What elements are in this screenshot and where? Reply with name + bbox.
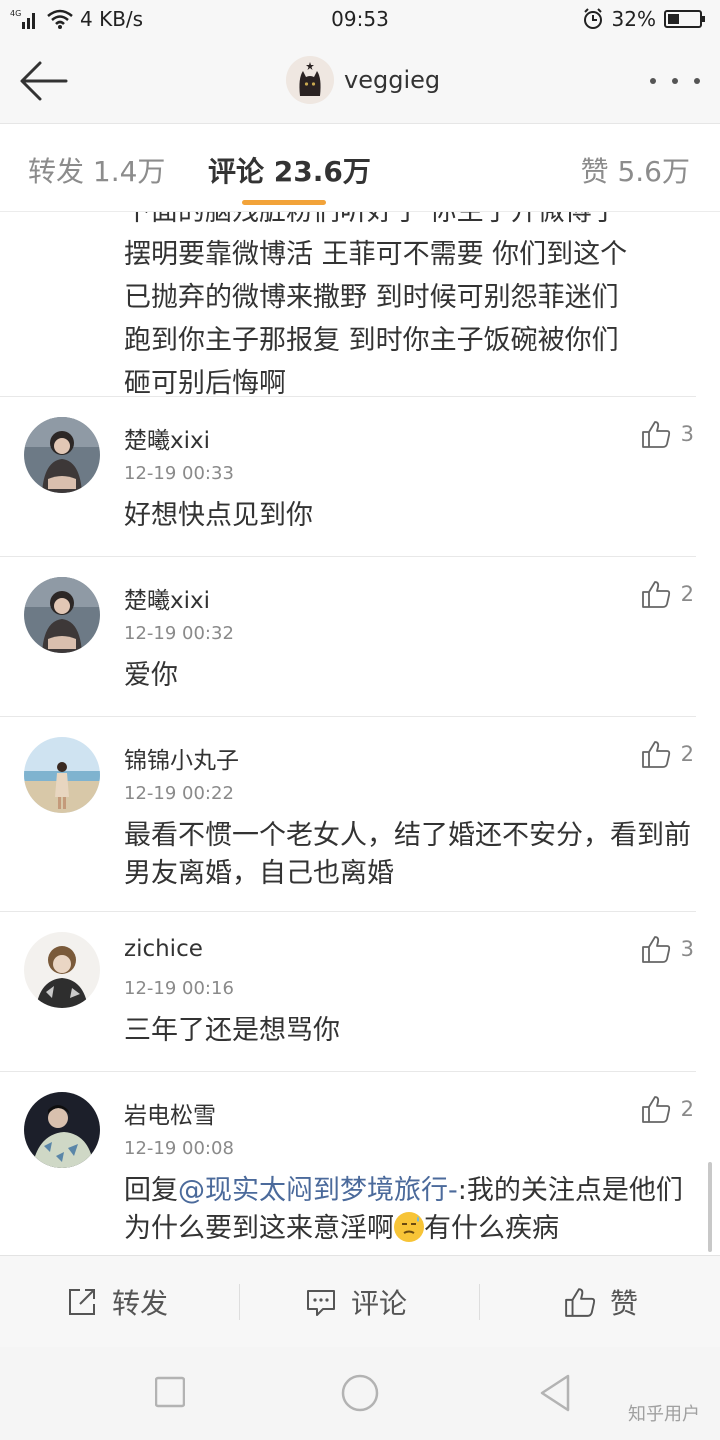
- thumbs-up-icon: [641, 1096, 670, 1123]
- cat-avatar-icon: [286, 56, 334, 104]
- avatar[interactable]: [24, 932, 100, 1008]
- mention-link[interactable]: @现实太闷到梦境旅行-: [178, 1175, 458, 1206]
- like-count: 2: [680, 582, 694, 606]
- battery-percent: 32%: [611, 7, 656, 31]
- arrow-left-icon[interactable]: [18, 58, 70, 104]
- action-bar: 转发 评论 赞: [0, 1255, 720, 1347]
- avatar[interactable]: [24, 737, 100, 813]
- thumbs-up-icon: [641, 581, 670, 608]
- comment-label: 评论: [351, 1287, 408, 1320]
- more-dots-icon[interactable]: [650, 68, 700, 94]
- comment-username[interactable]: 岩电松雪: [124, 1096, 216, 1130]
- comment-time: 12-19 00:33: [124, 463, 234, 484]
- partial-line: 下面的脑残脏粉们听好了 你主子开微博了: [124, 212, 699, 233]
- comment-list[interactable]: 下面的脑残脏粉们听好了 你主子开微博了 摆明要靠微博活 王菲可不需要 你们到这个…: [0, 212, 720, 1255]
- tab-comments[interactable]: 评论 23.6万: [208, 150, 371, 190]
- thumbs-up-icon: [641, 741, 670, 768]
- tab-bar: 转发 1.4万 评论 23.6万 赞 5.6万: [0, 124, 720, 212]
- like-action-button[interactable]: 赞: [564, 1256, 638, 1348]
- reply-prefix: 回复: [124, 1175, 178, 1206]
- profile-avatar[interactable]: [286, 56, 334, 104]
- comment-item: 岩电松雪 12-19 00:08 2 回复@现实太闷到梦境旅行-:我的关注点是他…: [0, 1072, 720, 1255]
- comment-text: 三年了还是想骂你: [124, 1015, 340, 1046]
- thumbs-up-icon: [565, 1288, 596, 1317]
- user-photo-icon: [24, 932, 100, 1008]
- sweat-emoji-icon: [394, 1212, 424, 1242]
- home-icon[interactable]: [340, 1371, 380, 1415]
- status-right: 32%: [582, 7, 706, 31]
- thumbs-up-icon: [641, 936, 670, 963]
- recent-apps-icon[interactable]: [155, 1371, 185, 1415]
- avatar[interactable]: [24, 417, 100, 493]
- partial-comment-text: 下面的脑残脏粉们听好了 你主子开微博了 摆明要靠微博活 王菲可不需要 你们到这个…: [124, 212, 699, 405]
- comment-text: 爱你: [124, 660, 178, 691]
- comment-item: 锦锦小丸子 12-19 00:22 2 最看不惯一个老女人，结了婚还不安分，看到…: [0, 717, 720, 911]
- user-photo-icon: [24, 1092, 100, 1168]
- user-photo-icon: [24, 577, 100, 653]
- comment-username[interactable]: 楚曦xixi: [124, 581, 210, 615]
- avatar[interactable]: [24, 577, 100, 653]
- page-title[interactable]: veggieg: [344, 66, 440, 94]
- comment-time: 12-19 00:22: [124, 783, 234, 804]
- avatar[interactable]: [24, 1092, 100, 1168]
- like-label: 赞: [610, 1287, 639, 1320]
- partial-line: 摆明要靠微博活 王菲可不需要 你们到这个: [124, 239, 628, 270]
- comment-button[interactable]: 评论: [305, 1256, 407, 1348]
- divider: [239, 1284, 240, 1320]
- comment-text: 最看不惯一个老女人，结了婚还不安分，看到前男友离婚，自己也离婚: [124, 820, 691, 889]
- repost-button[interactable]: 转发: [66, 1256, 168, 1348]
- comment-time: 12-19 00:08: [124, 1138, 234, 1159]
- like-count: 3: [680, 937, 694, 961]
- comment-item: 楚曦xixi 12-19 00:33 3 好想快点见到你: [0, 397, 720, 556]
- comment-item: 楚曦xixi 12-19 00:32 2 爱你: [0, 557, 720, 716]
- comment-username[interactable]: zichice: [124, 936, 203, 962]
- thumbs-up-icon: [641, 421, 670, 448]
- user-photo-icon: [24, 737, 100, 813]
- back-triangle-icon[interactable]: [538, 1371, 572, 1415]
- like-count: 2: [680, 742, 694, 766]
- comment-text: 好想快点见到你: [124, 500, 313, 531]
- like-button[interactable]: 3: [641, 419, 694, 449]
- active-tab-indicator: [242, 200, 326, 205]
- scrollbar[interactable]: [708, 1162, 712, 1252]
- comment-item: zichice 12-19 00:16 3 三年了还是想骂你: [0, 912, 720, 1071]
- comment-username[interactable]: 锦锦小丸子: [124, 741, 239, 775]
- divider: [479, 1284, 480, 1320]
- watermark-text: 知乎用户: [628, 1404, 700, 1425]
- tab-repost[interactable]: 转发 1.4万: [28, 150, 165, 190]
- like-button[interactable]: 2: [641, 1094, 694, 1124]
- tab-likes[interactable]: 赞 5.6万: [581, 150, 690, 190]
- status-bar: 4G 4 KB/s 09:53 32%: [0, 0, 720, 38]
- comment-time: 12-19 00:32: [124, 623, 234, 644]
- nav-bar: veggieg: [0, 38, 720, 124]
- share-icon: [69, 1289, 95, 1315]
- like-button[interactable]: 2: [641, 579, 694, 609]
- repost-label: 转发: [112, 1287, 169, 1320]
- partial-line: 跑到你主子那报复 到时你主子饭碗被你们: [124, 325, 619, 356]
- partial-line: 已抛弃的微博来撒野 到时候可别怨菲迷们: [124, 282, 619, 313]
- like-count: 3: [680, 422, 694, 446]
- like-button[interactable]: 3: [641, 934, 694, 964]
- user-photo-icon: [24, 417, 100, 493]
- like-button[interactable]: 2: [641, 739, 694, 769]
- comment-text: 回复@现实太闷到梦境旅行-:我的关注点是他们为什么要到这来意淫啊 有什么疾病: [124, 1172, 699, 1248]
- comment-username[interactable]: 楚曦xixi: [124, 421, 210, 455]
- comment-text-part: 有什么疾病: [424, 1213, 559, 1244]
- like-count: 2: [680, 1097, 694, 1121]
- battery-icon: [664, 10, 705, 28]
- alarm-icon: [583, 8, 602, 29]
- system-nav-bar: [0, 1347, 720, 1440]
- comment-icon: [307, 1290, 335, 1316]
- comment-time: 12-19 00:16: [124, 978, 234, 999]
